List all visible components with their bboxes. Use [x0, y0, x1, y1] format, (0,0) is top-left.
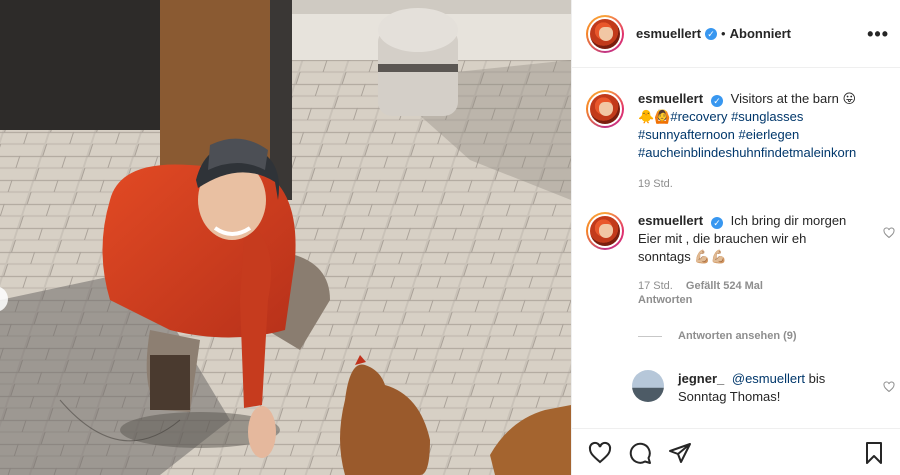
reply-username[interactable]: jegner_ [678, 371, 724, 386]
comment-likes[interactable]: Gefällt 524 Mal [686, 280, 763, 292]
mention-link[interactable]: @esmuellert [732, 371, 805, 386]
divider [638, 335, 662, 337]
post-photo[interactable] [0, 0, 571, 475]
verified-icon: ✓ [711, 217, 724, 229]
action-bar [572, 428, 900, 475]
comment: esmuellert ✓ Ich bring dir morgen Eier mi… [586, 212, 886, 307]
reply-comment: jegner_ @esmuellert bis Sonntag Thomas! [632, 370, 847, 406]
caption: esmuellert ✓ Visitors at the barn 😛 🐥🙆#re… [586, 90, 886, 190]
separator-dot: • [721, 26, 726, 41]
verified-icon: ✓ [711, 95, 724, 107]
comment-username[interactable]: esmuellert [638, 213, 703, 228]
comment-time: 17 Std. [638, 280, 673, 292]
avatar[interactable] [632, 370, 664, 402]
hashtag[interactable]: #sunglasses [731, 109, 803, 124]
more-options-icon[interactable]: ••• [867, 24, 889, 45]
reply-button[interactable]: Antworten [638, 294, 692, 306]
header-username[interactable]: esmuellert [636, 26, 701, 41]
heart-icon[interactable] [883, 227, 895, 239]
post-sidebar: esmuellert ✓ • Abonniert ••• esmuellert ✓… [571, 0, 900, 475]
comment-emoji: 💪🏼💪🏼 [694, 249, 727, 264]
caption-text: esmuellert ✓ Visitors at the barn 😛 🐥🙆#re… [638, 90, 856, 162]
bookmark-icon[interactable] [862, 441, 886, 465]
share-icon[interactable] [668, 441, 692, 465]
post-viewer: esmuellert ✓ • Abonniert ••• esmuellert ✓… [0, 0, 900, 475]
heart-icon[interactable] [883, 381, 895, 393]
caption-username[interactable]: esmuellert [638, 91, 703, 106]
hashtag[interactable]: #recovery [670, 109, 727, 124]
avatar[interactable] [586, 212, 624, 250]
caption-emoji-end: 😛 [842, 91, 857, 106]
caption-emoji-start: 🐥🙆 [638, 109, 671, 124]
comment-icon[interactable] [628, 441, 652, 465]
caption-time: 19 Std. [638, 178, 673, 190]
comment-meta: 17 Std. Gefällt 524 Mal Antworten [638, 279, 848, 307]
avatar[interactable] [586, 14, 624, 53]
header-meta: esmuellert ✓ • Abonniert [636, 26, 791, 41]
view-replies-button[interactable]: Antworten ansehen (9) [638, 330, 797, 342]
follow-status-button[interactable]: Abonniert [730, 26, 791, 41]
reply-text: jegner_ @esmuellert bis Sonntag Thomas! [678, 370, 847, 406]
comment-text: esmuellert ✓ Ich bring dir morgen Eier mi… [638, 212, 848, 266]
hashtag[interactable]: #sunnyafternoon [638, 127, 735, 142]
heart-icon[interactable] [588, 441, 612, 465]
hashtag[interactable]: #aucheinblindeshuhnfindetmaleinkorn [638, 145, 856, 160]
post-image [0, 0, 571, 475]
view-replies-label[interactable]: Antworten ansehen (9) [678, 330, 797, 342]
hashtag[interactable]: #eierlegen [738, 127, 799, 142]
post-header: esmuellert ✓ • Abonniert ••• [572, 0, 900, 68]
caption-body: Visitors at the barn [730, 91, 839, 106]
verified-icon: ✓ [705, 27, 718, 40]
comments-scroll-area[interactable]: esmuellert ✓ Visitors at the barn 😛 🐥🙆#re… [572, 69, 900, 426]
avatar[interactable] [586, 90, 624, 128]
